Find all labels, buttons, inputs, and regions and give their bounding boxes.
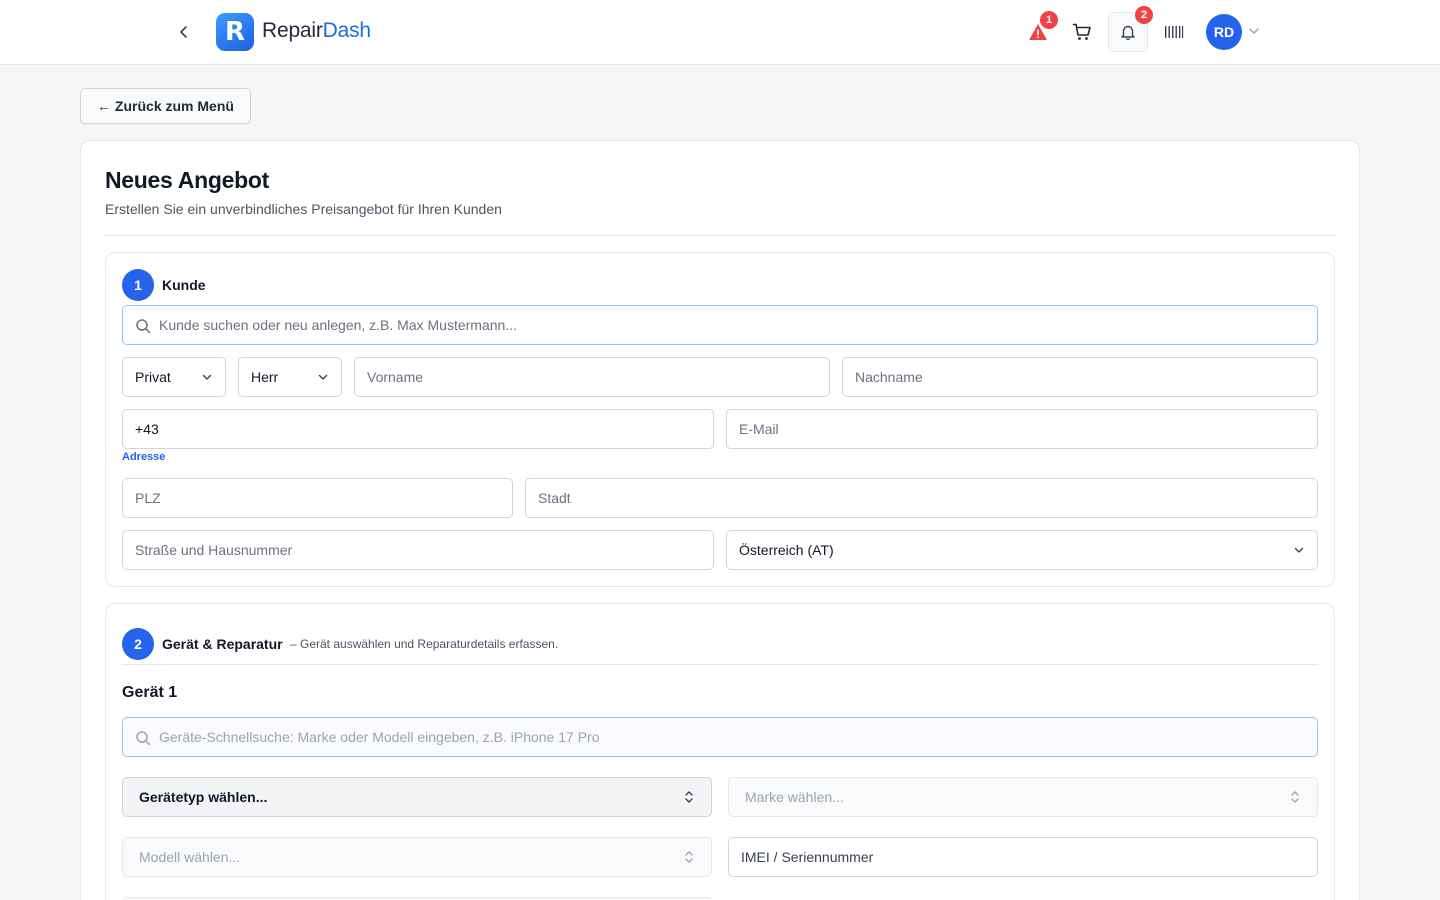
customer-type-select[interactable]: Privat xyxy=(122,357,226,397)
lastname-input[interactable]: Nachname xyxy=(842,357,1318,397)
device-type-select[interactable]: Gerätetyp wählen... xyxy=(122,777,712,817)
country-select[interactable]: Österreich (AT) xyxy=(726,530,1318,570)
section-hint-device: – Gerät auswählen und Reparaturdetails e… xyxy=(290,637,559,651)
back-to-menu-button[interactable]: ← Zurück zum Menü xyxy=(80,88,251,124)
page-subtitle: Erstellen Sie ein unverbindliches Preisa… xyxy=(105,201,502,217)
device-title: Gerät 1 xyxy=(122,684,178,701)
customer-search-input[interactable]: Kunde suchen oder neu anlegen, z.B. Max … xyxy=(122,305,1318,345)
phone-input[interactable]: +43 xyxy=(122,409,714,449)
notifications-button[interactable]: 2 xyxy=(1108,6,1153,52)
user-avatar[interactable]: RD xyxy=(1206,14,1242,50)
search-icon xyxy=(136,319,151,334)
imei-input[interactable]: IMEI / Seriennummer xyxy=(728,837,1318,877)
brand-value: Marke wählen... xyxy=(745,789,844,805)
zip-input[interactable]: PLZ xyxy=(122,478,513,518)
brand-select[interactable]: Marke wählen... xyxy=(728,777,1318,817)
alert-count-badge: 1 xyxy=(1040,11,1058,29)
sort-arrows-icon xyxy=(685,791,693,803)
step-badge-2: 2 xyxy=(122,628,154,660)
app-logo[interactable]: R xyxy=(216,13,254,51)
city-input[interactable]: Stadt xyxy=(525,478,1318,518)
device-search-placeholder: Geräte-Schnellsuche: Marke oder Modell e… xyxy=(159,729,600,745)
chevron-down-icon[interactable] xyxy=(1247,24,1261,43)
barcode-button[interactable] xyxy=(1158,16,1190,48)
divider xyxy=(105,235,1335,236)
section-title-customer: Kunde xyxy=(162,277,206,293)
section-title-device: Gerät & Reparatur xyxy=(162,636,283,652)
top-bar: R RepairDash 1 2 RD xyxy=(0,0,1440,65)
chevron-down-icon xyxy=(318,374,328,380)
chevron-left-icon[interactable] xyxy=(172,20,196,44)
barcode-icon xyxy=(1165,26,1184,38)
search-icon xyxy=(136,731,151,746)
email-input[interactable]: E-Mail xyxy=(726,409,1318,449)
firstname-input[interactable]: Vorname xyxy=(354,357,830,397)
salutation-select[interactable]: Herr xyxy=(238,357,342,397)
address-label: Adresse xyxy=(122,451,166,463)
warning-button[interactable]: 1 xyxy=(1022,11,1058,48)
brand-name: RepairDash xyxy=(262,19,371,42)
device-type-value: Gerätetyp wählen... xyxy=(139,789,268,805)
divider xyxy=(122,664,1318,665)
sort-arrows-icon xyxy=(1291,791,1299,803)
sort-arrows-icon xyxy=(685,851,693,863)
cart-button[interactable] xyxy=(1066,16,1098,48)
customer-search-placeholder: Kunde suchen oder neu anlegen, z.B. Max … xyxy=(159,317,517,333)
step-badge-1: 1 xyxy=(122,269,154,301)
model-select[interactable]: Modell wählen... xyxy=(122,837,712,877)
chevron-down-icon xyxy=(202,374,212,380)
model-value: Modell wählen... xyxy=(139,849,241,865)
notification-count-badge: 2 xyxy=(1135,6,1153,24)
country-value: Österreich (AT) xyxy=(739,542,834,558)
street-input[interactable]: Straße und Hausnummer xyxy=(122,530,714,570)
page-title: Neues Angebot xyxy=(105,167,269,193)
customer-type-value: Privat xyxy=(135,369,171,385)
salutation-value: Herr xyxy=(251,369,279,385)
bell-icon xyxy=(1121,25,1135,41)
cart-icon xyxy=(1072,23,1091,40)
device-search-input[interactable]: Geräte-Schnellsuche: Marke oder Modell e… xyxy=(122,717,1318,757)
chevron-down-icon xyxy=(1294,547,1304,553)
